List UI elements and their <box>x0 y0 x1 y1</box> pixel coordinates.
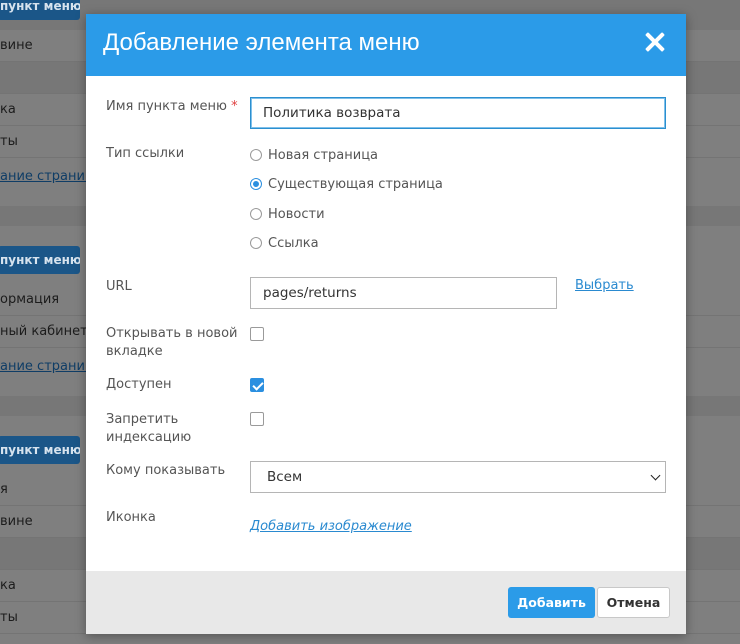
bg-row-text: ормация <box>0 292 60 307</box>
name-label: Имя пункта меню * <box>106 99 238 114</box>
radio-existing-page[interactable]: Существующая страница <box>250 175 443 193</box>
url-label: URL <box>106 279 132 294</box>
show-to-select[interactable]: Всем <box>250 461 666 493</box>
radio-news[interactable]: Новости <box>250 205 325 223</box>
cancel-button[interactable]: Отмена <box>597 587 670 618</box>
bg-row-text: ты <box>0 610 18 625</box>
url-input[interactable]: pages/returns <box>250 277 557 309</box>
bg-row-text: вине <box>0 514 33 529</box>
radio-button[interactable] <box>250 208 262 220</box>
icon-label: Иконка <box>106 510 156 525</box>
radio-new-page[interactable]: Новая страница <box>250 146 378 164</box>
bg-create-page-link: ание страниц <box>0 359 94 374</box>
available-label: Доступен <box>106 377 172 392</box>
bg-row-text: ка <box>0 102 16 117</box>
new-tab-checkbox[interactable] <box>250 327 264 341</box>
bg-row-text: ка <box>0 578 16 593</box>
close-icon[interactable] <box>644 31 666 53</box>
bg-add-item-button: пункт меню <box>0 246 80 274</box>
bg-row-text: я <box>0 482 8 497</box>
required-mark: * <box>231 99 238 114</box>
name-input[interactable]: Политика возврата <box>250 97 666 129</box>
bg-row-text: ты <box>0 134 18 149</box>
bg-row-text: вине <box>0 38 33 53</box>
radio-button[interactable] <box>250 149 262 161</box>
bg-row-text: ный кабинет <box>0 324 88 339</box>
add-image-link[interactable]: Добавить изображение <box>250 519 412 534</box>
add-menu-item-dialog: Добавление элемента меню Имя пункта меню… <box>86 14 686 634</box>
dialog-header: Добавление элемента меню <box>86 14 686 76</box>
url-pick-link[interactable]: Выбрать <box>575 278 634 293</box>
link-type-label: Тип ссылки <box>106 146 185 161</box>
radio-link[interactable]: Ссылка <box>250 234 319 252</box>
radio-button[interactable] <box>250 178 262 190</box>
noindex-checkbox[interactable] <box>250 412 264 426</box>
show-to-label: Кому показывать <box>106 463 226 478</box>
chevron-down-icon <box>650 470 661 481</box>
add-button[interactable]: Добавить <box>508 587 595 618</box>
bg-add-item-button: пункт меню <box>0 436 80 464</box>
dialog-title: Добавление элемента меню <box>103 29 420 56</box>
noindex-label: Запретить индексацию <box>106 412 192 445</box>
available-checkbox[interactable] <box>250 378 264 392</box>
bg-create-page-link: ание страниц <box>0 169 94 184</box>
dialog-footer: Добавить Отмена <box>86 571 686 634</box>
radio-button[interactable] <box>250 237 262 249</box>
new-tab-label: Открывать в новой вкладке <box>106 326 238 359</box>
bg-add-item-button: пункт меню <box>0 0 80 20</box>
